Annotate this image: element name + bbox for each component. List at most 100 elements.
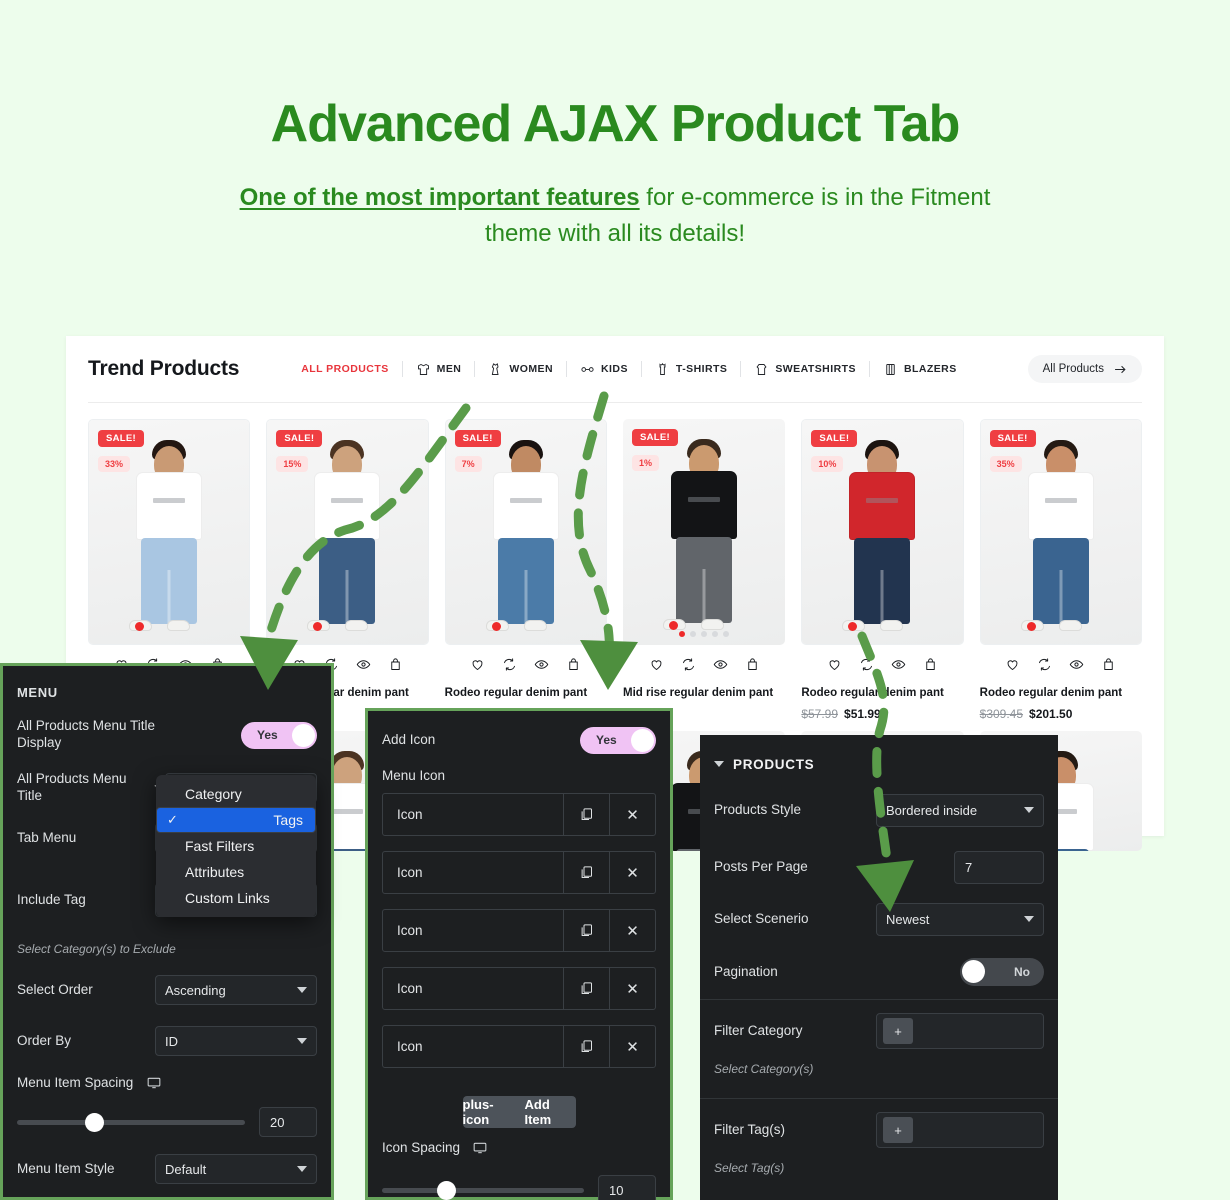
- discount-badge: 1%: [631, 455, 659, 471]
- product-actions: [980, 645, 1142, 683]
- icon-spacing-slider[interactable]: [382, 1180, 584, 1200]
- menu-item-spacing-slider[interactable]: [17, 1112, 245, 1132]
- heart-icon[interactable]: [649, 657, 664, 672]
- slider-thumb[interactable]: [436, 1180, 456, 1200]
- dropdown-option-attributes[interactable]: Attributes: [156, 859, 316, 885]
- image-dot[interactable]: [690, 631, 697, 637]
- compare-icon[interactable]: [859, 657, 874, 672]
- bag-icon[interactable]: [566, 657, 581, 672]
- item-style-select[interactable]: Default: [155, 1154, 317, 1184]
- product-image[interactable]: SALE! 35%: [979, 419, 1142, 645]
- products-section-header[interactable]: PRODUCTS: [700, 749, 1058, 779]
- dropdown-option-tags[interactable]: ✓ Tags: [156, 807, 316, 833]
- product-name[interactable]: Rodeo regular denim pant: [980, 683, 1142, 699]
- heart-icon[interactable]: [827, 657, 842, 672]
- menu-item-spacing-value[interactable]: 20: [259, 1107, 317, 1137]
- tab-tshirts[interactable]: T-SHIRTS: [642, 362, 740, 377]
- order-by-select[interactable]: ID: [155, 1026, 317, 1056]
- add-filter-category-button[interactable]: +: [883, 1018, 913, 1044]
- bag-icon[interactable]: [1101, 657, 1116, 672]
- compare-icon[interactable]: [502, 657, 517, 672]
- tab-menu-dropdown[interactable]: Category ✓ Tags Fast Filters Attributes …: [156, 775, 316, 917]
- image-dot[interactable]: [712, 631, 719, 637]
- eye-icon[interactable]: [891, 657, 906, 672]
- products-style-select[interactable]: Bordered inside: [876, 793, 1044, 827]
- icon-repeater-row[interactable]: Icon ✕: [382, 793, 656, 836]
- add-icon-toggle[interactable]: Yes: [580, 726, 656, 754]
- tab-menu-nav: ALL PRODUCTS MEN WOMEN KIDS T-SHIRTS SWE…: [239, 361, 1027, 377]
- add-filter-tag-button[interactable]: +: [883, 1117, 913, 1143]
- product-image[interactable]: SALE! 15%: [266, 419, 429, 645]
- filter-category-label: Filter Category: [714, 1022, 803, 1038]
- product-figure: [981, 420, 1141, 644]
- close-icon[interactable]: ✕: [609, 794, 655, 835]
- close-icon[interactable]: ✕: [609, 1026, 655, 1067]
- image-dot[interactable]: [701, 631, 708, 637]
- image-dot[interactable]: [679, 631, 686, 637]
- dropdown-option-fast-filters[interactable]: Fast Filters: [156, 833, 316, 859]
- product-name[interactable]: Mid rise regular denim pant: [623, 683, 785, 699]
- product-card[interactable]: SALE! 7% Rodeo regular denim pant: [444, 419, 607, 721]
- product-image[interactable]: SALE! 33%: [88, 419, 251, 645]
- bag-icon[interactable]: [745, 657, 760, 672]
- image-dot[interactable]: [723, 631, 730, 637]
- dropdown-option-category[interactable]: Category: [156, 781, 316, 807]
- product-card[interactable]: SALE! 1% Mid rise regular denim pant $12…: [622, 419, 786, 721]
- copy-icon[interactable]: [563, 1026, 609, 1067]
- copy-icon[interactable]: [563, 968, 609, 1009]
- tab-blazers-label: BLAZERS: [903, 363, 957, 375]
- menu-panel-body: MENU All Products Menu Title Display Yes…: [3, 666, 331, 1194]
- tab-women[interactable]: WOMEN: [475, 362, 566, 377]
- eye-icon[interactable]: [1069, 657, 1084, 672]
- scenerio-select[interactable]: Newest: [876, 902, 1044, 936]
- filter-category-box[interactable]: +: [876, 1013, 1044, 1049]
- product-card[interactable]: SALE! 10% Rodeo regular denim pant $57.9…: [801, 419, 964, 721]
- filter-tags-box[interactable]: +: [876, 1112, 1044, 1148]
- icon-repeater-row[interactable]: Icon ✕: [382, 1025, 656, 1068]
- icon-repeater-row[interactable]: Icon ✕: [382, 909, 656, 952]
- tab-all-products[interactable]: ALL PRODUCTS: [297, 363, 401, 375]
- dropdown-option-custom-links[interactable]: Custom Links: [156, 885, 316, 911]
- close-icon[interactable]: ✕: [609, 910, 655, 951]
- discount-badge: 33%: [98, 456, 131, 472]
- copy-icon[interactable]: [563, 794, 609, 835]
- product-image[interactable]: SALE! 1%: [622, 419, 786, 645]
- heart-icon[interactable]: [470, 657, 485, 672]
- slider-thumb[interactable]: [85, 1112, 105, 1132]
- heart-icon[interactable]: [1005, 657, 1020, 672]
- select-order-select[interactable]: Ascending: [155, 975, 317, 1005]
- tab-men[interactable]: MEN: [403, 362, 475, 377]
- eye-icon[interactable]: [713, 657, 728, 672]
- monitor-icon[interactable]: [473, 1142, 487, 1154]
- toggle-knob: [292, 723, 315, 747]
- tab-blazers[interactable]: BLAZERS: [870, 362, 970, 377]
- bag-icon[interactable]: [923, 657, 938, 672]
- product-image[interactable]: SALE! 7%: [444, 419, 607, 645]
- copy-icon[interactable]: [563, 910, 609, 951]
- compare-icon[interactable]: [1037, 657, 1052, 672]
- eye-icon[interactable]: [534, 657, 549, 672]
- eye-icon[interactable]: [356, 657, 371, 672]
- close-icon[interactable]: ✕: [609, 968, 655, 1009]
- title-display-toggle[interactable]: Yes: [241, 721, 317, 749]
- product-card[interactable]: SALE! 35% Rodeo regular denim pant $309.…: [979, 419, 1142, 721]
- image-dots[interactable]: [623, 631, 785, 637]
- copy-icon[interactable]: [563, 852, 609, 893]
- close-icon[interactable]: ✕: [609, 852, 655, 893]
- tab-sweatshirts[interactable]: SWEATSHIRTS: [741, 362, 869, 377]
- product-name[interactable]: Rodeo regular denim pant: [801, 683, 963, 699]
- add-item-button[interactable]: plus-icon Add Item: [462, 1096, 576, 1128]
- monitor-icon[interactable]: [147, 1077, 161, 1089]
- icon-repeater-row[interactable]: Icon ✕: [382, 967, 656, 1010]
- product-image[interactable]: SALE! 10%: [801, 419, 964, 645]
- icon-spacing-value[interactable]: 10: [598, 1175, 656, 1200]
- pagination-toggle[interactable]: No: [960, 958, 1044, 986]
- posts-per-page-input[interactable]: 7: [954, 850, 1044, 884]
- compare-icon[interactable]: [681, 657, 696, 672]
- sweatshirt-icon: [756, 363, 767, 375]
- icon-repeater-row[interactable]: Icon ✕: [382, 851, 656, 894]
- all-products-button[interactable]: All Products: [1027, 355, 1142, 383]
- product-name[interactable]: Rodeo regular denim pant: [445, 683, 607, 699]
- tab-kids[interactable]: KIDS: [567, 362, 641, 377]
- bag-icon[interactable]: [388, 657, 403, 672]
